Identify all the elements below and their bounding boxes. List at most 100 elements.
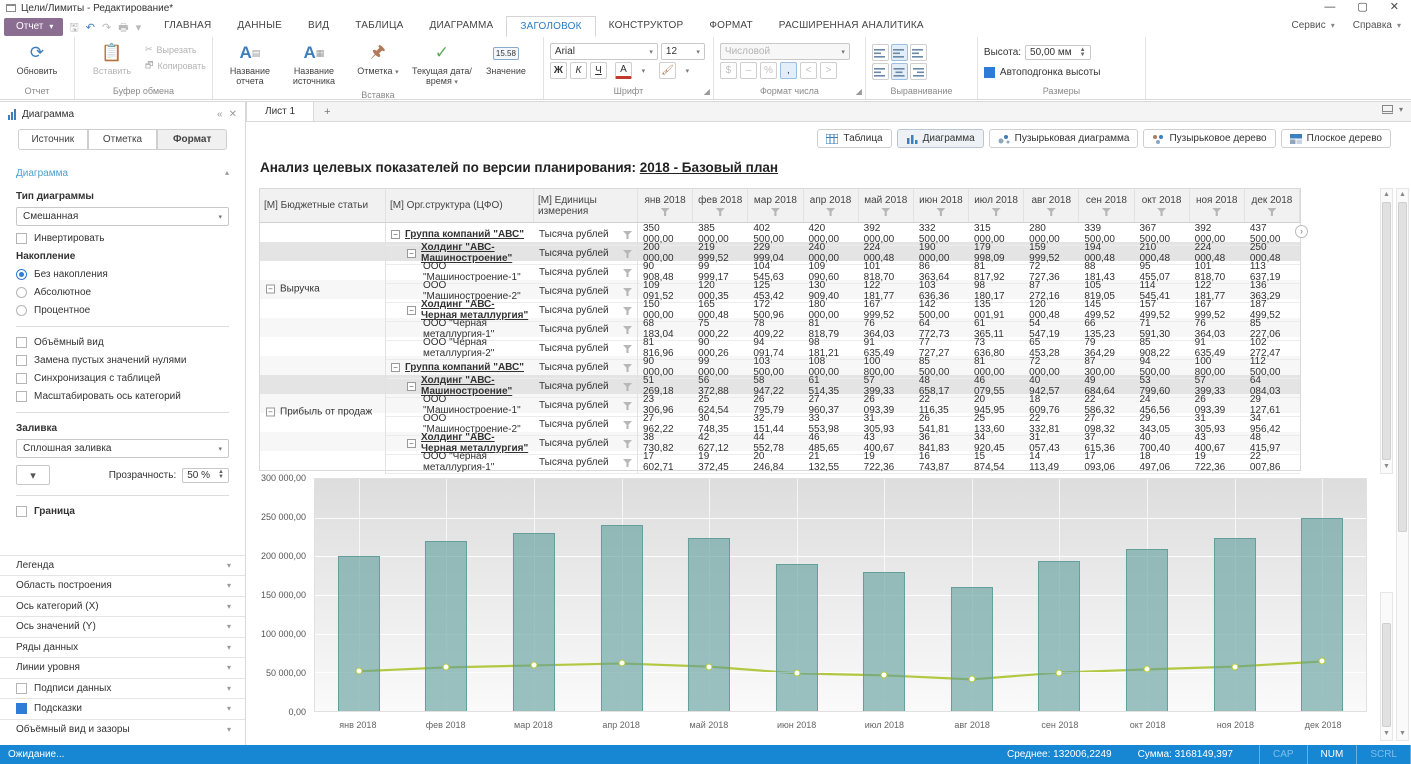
filter-icon[interactable] [623, 231, 632, 239]
filter-icon[interactable] [1047, 208, 1056, 216]
bar-мар 2018[interactable] [513, 533, 555, 711]
bar-дек 2018[interactable] [1301, 518, 1343, 711]
align-middle-button[interactable] [891, 44, 908, 61]
panel-checkbox[interactable]: Объёмный вид [16, 337, 229, 348]
number-format-button[interactable]: < [800, 62, 817, 79]
column-header[interactable]: [М] Бюджетные статьи [260, 189, 386, 222]
stacking-option[interactable]: Абсолютное [16, 287, 229, 298]
filter-icon[interactable] [936, 208, 945, 216]
border-checkbox[interactable]: Граница [16, 506, 229, 517]
view-button-flat-tree[interactable]: Плоское дерево [1281, 129, 1391, 148]
line-point[interactable] [1231, 663, 1238, 670]
plan-version-link[interactable]: 2018 - Базовый план [640, 160, 778, 175]
value-cell[interactable]: 19 722,36 [1190, 451, 1245, 474]
filter-icon[interactable] [623, 459, 632, 467]
fill-type-select[interactable]: Сплошная заливка▾ [16, 439, 229, 458]
accordion-подписи-данных[interactable]: Подписи данных▾ [0, 678, 245, 699]
number-format-button[interactable]: > [820, 62, 837, 79]
paste-button[interactable]: 📋 Вставить [81, 39, 143, 76]
panel-tab-отметка[interactable]: Отметка [88, 129, 158, 150]
font-color-button[interactable]: А [615, 62, 632, 79]
line-point[interactable] [968, 676, 975, 683]
spinner-icons[interactable]: ▲▼ [1080, 48, 1086, 58]
status-flag-num[interactable]: NUM [1307, 745, 1357, 764]
month-header[interactable]: авг 2018 [1024, 189, 1079, 222]
cut-button[interactable]: ✂Вырезать [145, 44, 206, 55]
value-cell[interactable]: 22 007,86 [1245, 451, 1300, 474]
chevron-down-icon[interactable]: ▾ [635, 62, 652, 79]
bar-июл 2018[interactable] [863, 572, 905, 711]
collapse-panel-icon[interactable]: « [217, 109, 223, 120]
month-header[interactable]: июл 2018 [969, 189, 1024, 222]
bar-май 2018[interactable] [688, 538, 730, 711]
fill-color-icon[interactable]: 🖌 [659, 62, 676, 79]
maximize-icon[interactable]: ▢ [1357, 2, 1367, 12]
chevron-down-icon[interactable]: ▾ [679, 62, 696, 79]
accordion-ряды-данных[interactable]: Ряды данных▾ [0, 637, 245, 658]
line-point[interactable] [706, 663, 713, 670]
ribbon-tab-главная[interactable]: ГЛАВНАЯ [151, 16, 224, 37]
accordion-объёмный-вид-и-зазоры[interactable]: Объёмный вид и зазоры▾ [0, 719, 245, 740]
line-point[interactable] [1144, 666, 1151, 673]
accordion-подсказки[interactable]: Подсказки▾ [0, 698, 245, 719]
filter-icon[interactable] [1102, 208, 1111, 216]
scroll-right-button[interactable]: › [1295, 225, 1308, 238]
filter-icon[interactable] [1157, 208, 1166, 216]
panel-checkbox[interactable]: Масштабировать ось категорий [16, 391, 229, 402]
datetime-button[interactable]: ✓ Текущая дата/время ▾ [411, 39, 473, 88]
filter-icon[interactable] [623, 364, 632, 372]
table-vertical-scrollbar[interactable]: ▲ ▼ [1380, 188, 1393, 474]
close-icon[interactable]: ✕ [1390, 2, 1399, 12]
ribbon-tab-данные[interactable]: ДАННЫЕ [224, 16, 295, 37]
value-cell[interactable]: 16 743,87 [914, 451, 969, 474]
filter-icon[interactable] [771, 208, 780, 216]
month-header[interactable]: мар 2018 [748, 189, 803, 222]
number-format-button[interactable]: , [780, 62, 797, 79]
filter-icon[interactable] [1267, 208, 1276, 216]
line-point[interactable] [443, 664, 450, 671]
height-input[interactable]: 50,00 мм ▲▼ [1025, 45, 1091, 60]
chevron-down-icon[interactable]: ▾ [136, 23, 142, 34]
accordion-область-построения[interactable]: Область построения▾ [0, 575, 245, 596]
filter-icon[interactable] [623, 421, 632, 429]
minimize-icon[interactable]: — [1324, 2, 1335, 12]
expander-minus-icon[interactable]: − [391, 363, 400, 372]
bar-ноя 2018[interactable] [1214, 538, 1256, 711]
expander-minus-icon[interactable]: − [407, 249, 416, 258]
filter-icon[interactable] [661, 208, 670, 216]
expander-minus-icon[interactable]: − [407, 306, 416, 315]
line-point[interactable] [881, 672, 888, 679]
filter-icon[interactable] [623, 383, 632, 391]
refresh-button[interactable]: ⟳ Обновить [6, 39, 68, 76]
column-header[interactable]: [М] Единицы измерения [534, 189, 638, 222]
bar-фев 2018[interactable] [425, 541, 467, 711]
report-name-button[interactable]: A▤ Название отчета [219, 39, 281, 86]
expander-minus-icon[interactable]: − [407, 439, 416, 448]
filter-icon[interactable] [623, 250, 632, 258]
print-icon[interactable]: 🖶 [118, 23, 128, 34]
align-left-button[interactable] [872, 63, 889, 80]
line-point[interactable] [1319, 658, 1326, 665]
month-header[interactable]: янв 2018 [638, 189, 693, 222]
value-cell[interactable]: 17 093,06 [1079, 451, 1134, 474]
filter-icon[interactable] [992, 208, 1001, 216]
save-icon[interactable]: 🖫 [69, 23, 78, 34]
number-format-button[interactable]: – [740, 62, 757, 79]
redo-icon[interactable]: ↷ [102, 23, 111, 34]
filter-icon[interactable] [623, 269, 632, 277]
bar-июн 2018[interactable] [776, 564, 818, 711]
bar-янв 2018[interactable] [338, 556, 380, 711]
bar-сен 2018[interactable] [1038, 561, 1080, 711]
layout-switcher[interactable]: ▾ [1382, 105, 1403, 114]
month-header[interactable]: окт 2018 [1135, 189, 1190, 222]
filter-icon[interactable] [716, 208, 725, 216]
unit-cell[interactable]: Тысяча рублей [534, 451, 638, 474]
filter-icon[interactable] [623, 402, 632, 410]
value-cell[interactable]: 21 132,55 [804, 451, 859, 474]
expander-minus-icon[interactable]: − [407, 382, 416, 391]
page-vertical-scrollbar[interactable]: ▲ ▼ [1396, 188, 1409, 741]
value-cell[interactable]: 19 372,45 [693, 451, 748, 474]
scroll-down-icon[interactable]: ▼ [1381, 728, 1392, 740]
value-cell[interactable]: 15 874,54 [969, 451, 1024, 474]
accordion-ось-значений-y-[interactable]: Ось значений (Y)▾ [0, 616, 245, 637]
